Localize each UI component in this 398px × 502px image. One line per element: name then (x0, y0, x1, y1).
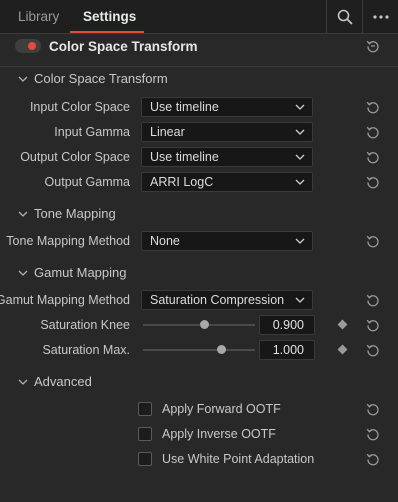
chevron-down-icon (18, 208, 30, 220)
reset-forward-ootf-icon[interactable] (365, 401, 381, 417)
chevron-down-icon (295, 297, 305, 303)
dropdown-value: None (150, 234, 180, 248)
tab-library[interactable]: Library (18, 0, 59, 33)
chevron-down-icon (18, 376, 30, 388)
reset-all-icon[interactable] (365, 38, 381, 54)
toolbar-divider (362, 0, 363, 33)
reset-output-color-space-icon[interactable] (365, 149, 381, 165)
chevron-down-icon (18, 73, 30, 85)
gamut-mapping-method-label: Gamut Mapping Method (0, 293, 130, 307)
apply-forward-ootf-checkbox[interactable] (138, 402, 152, 416)
saturation-max-slider[interactable] (143, 345, 255, 354)
section-advanced[interactable]: Advanced (18, 373, 92, 391)
reset-gamut-mapping-method-icon[interactable] (365, 292, 381, 308)
chevron-down-icon (295, 104, 305, 110)
toggle-on-indicator (28, 42, 36, 50)
effect-enable-toggle[interactable] (15, 39, 41, 53)
input-gamma-label: Input Gamma (54, 125, 130, 139)
input-color-space-label: Input Color Space (29, 100, 130, 114)
reset-saturation-max-icon[interactable] (365, 342, 381, 358)
saturation-knee-input[interactable]: 0.900 (259, 315, 315, 335)
section-gamut-mapping[interactable]: Gamut Mapping (18, 264, 127, 282)
output-gamma-dropdown[interactable]: ARRI LogC (141, 172, 313, 192)
effect-title: Color Space Transform (49, 39, 198, 54)
saturation-knee-slider[interactable] (143, 320, 255, 329)
gamut-mapping-method-dropdown[interactable]: Saturation Compression (141, 290, 313, 310)
slider-handle[interactable] (200, 320, 209, 329)
active-tab-indicator (70, 31, 144, 33)
slider-handle[interactable] (217, 345, 226, 354)
keyframe-diamond-icon[interactable] (337, 344, 348, 355)
keyframe-diamond-icon[interactable] (337, 319, 348, 330)
input-color-space-dropdown[interactable]: Use timeline (141, 97, 313, 117)
apply-inverse-ootf-checkbox[interactable] (138, 427, 152, 441)
more-icon[interactable] (364, 0, 398, 33)
saturation-knee-label: Saturation Knee (40, 318, 130, 332)
dropdown-value: ARRI LogC (150, 175, 214, 189)
saturation-max-label: Saturation Max. (42, 343, 130, 357)
tone-mapping-method-label: Tone Mapping Method (6, 234, 130, 248)
section-title: Tone Mapping (34, 206, 116, 221)
section-title: Color Space Transform (34, 71, 168, 86)
tab-settings[interactable]: Settings (83, 0, 136, 33)
reset-output-gamma-icon[interactable] (365, 174, 381, 190)
section-title: Gamut Mapping (34, 265, 127, 280)
search-icon[interactable] (328, 0, 362, 33)
reset-inverse-ootf-icon[interactable] (365, 426, 381, 442)
output-gamma-label: Output Gamma (44, 175, 130, 189)
tone-mapping-method-dropdown[interactable]: None (141, 231, 313, 251)
chevron-down-icon (295, 238, 305, 244)
header-divider (0, 66, 398, 67)
chevron-down-icon (295, 129, 305, 135)
output-color-space-dropdown[interactable]: Use timeline (141, 147, 313, 167)
output-color-space-label: Output Color Space (20, 150, 130, 164)
chevron-down-icon (295, 179, 305, 185)
saturation-max-input[interactable]: 1.000 (259, 340, 315, 360)
input-gamma-dropdown[interactable]: Linear (141, 122, 313, 142)
dropdown-value: Use timeline (150, 100, 219, 114)
section-tone-mapping[interactable]: Tone Mapping (18, 205, 116, 223)
chevron-down-icon (18, 267, 30, 279)
dropdown-value: Saturation Compression (150, 293, 285, 307)
reset-saturation-knee-icon[interactable] (365, 317, 381, 333)
dropdown-value: Use timeline (150, 150, 219, 164)
dropdown-value: Linear (150, 125, 185, 139)
reset-input-gamma-icon[interactable] (365, 124, 381, 140)
apply-forward-ootf-label[interactable]: Apply Forward OOTF (162, 400, 281, 418)
section-color-space-transform[interactable]: Color Space Transform (18, 70, 168, 88)
use-white-point-adaptation-checkbox[interactable] (138, 452, 152, 466)
toolbar-divider (326, 0, 327, 33)
chevron-down-icon (295, 154, 305, 160)
section-title: Advanced (34, 374, 92, 389)
reset-tone-mapping-method-icon[interactable] (365, 233, 381, 249)
apply-inverse-ootf-label[interactable]: Apply Inverse OOTF (162, 425, 276, 443)
use-white-point-adaptation-label[interactable]: Use White Point Adaptation (162, 450, 314, 468)
reset-input-color-space-icon[interactable] (365, 99, 381, 115)
reset-white-point-icon[interactable] (365, 451, 381, 467)
